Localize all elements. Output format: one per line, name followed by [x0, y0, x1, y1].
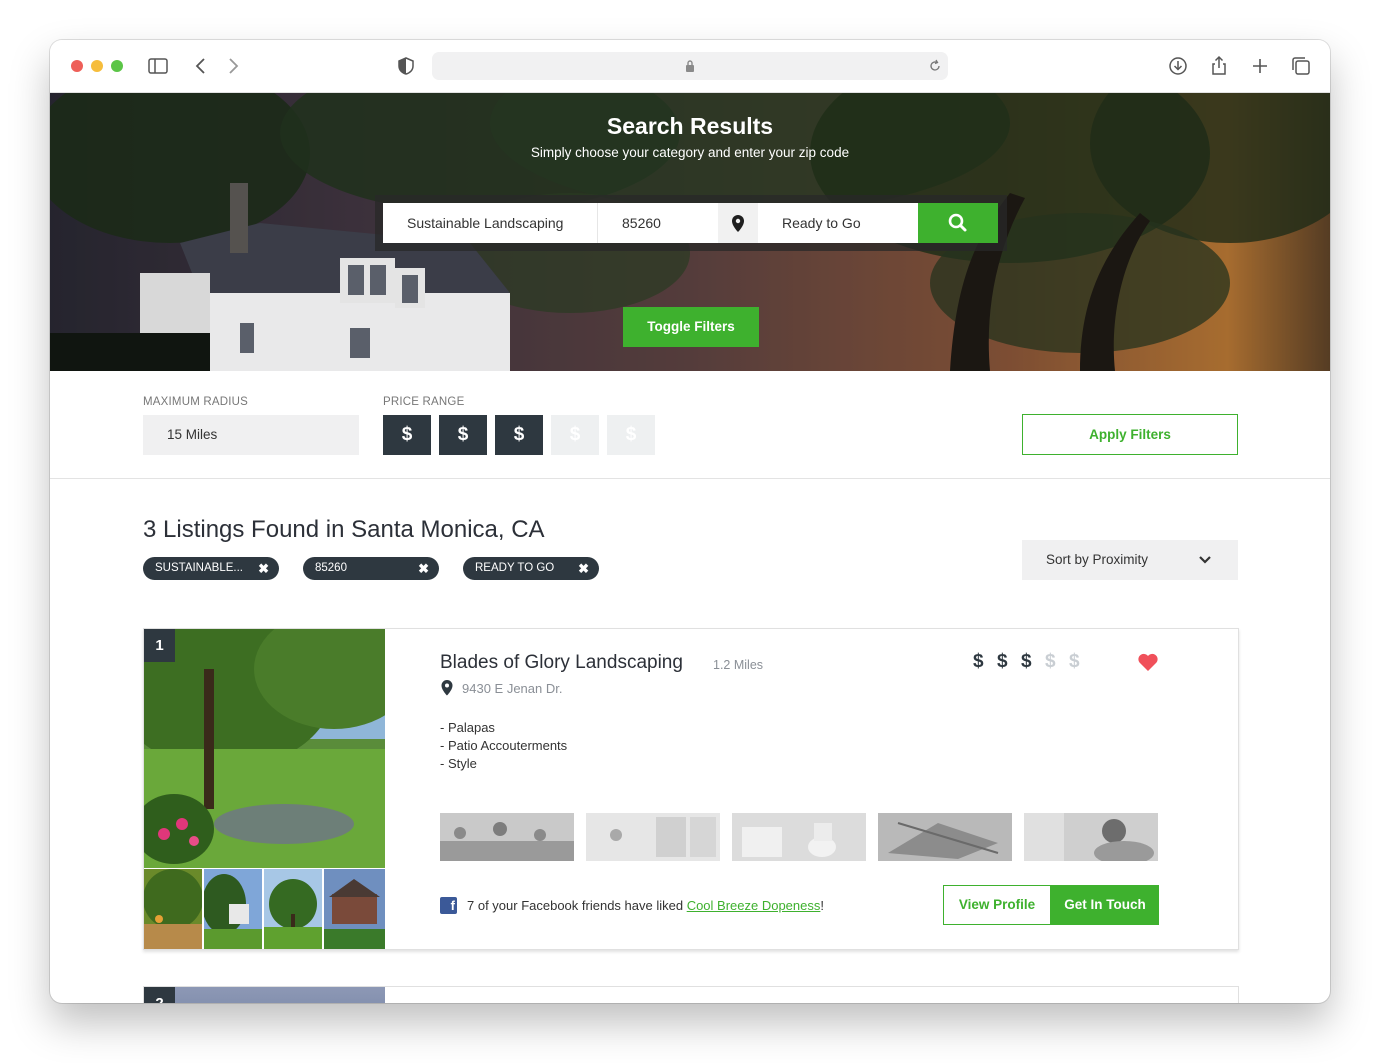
availability-field[interactable]: Ready to Go: [758, 203, 918, 243]
listing-number-badge: 2: [144, 987, 175, 1003]
gallery-image[interactable]: [1024, 813, 1158, 861]
reload-icon[interactable]: [928, 58, 942, 74]
forward-icon[interactable]: [222, 55, 244, 77]
filter-chip-label: 85260: [315, 562, 347, 574]
results-heading: 3 Listings Found in Santa Monica, CA: [143, 516, 545, 543]
gallery-image[interactable]: [732, 813, 866, 861]
listing-thumbnail[interactable]: [204, 869, 262, 949]
view-profile-button[interactable]: View Profile: [943, 885, 1051, 925]
search-bar: Sustainable Landscaping 85260 Ready to G…: [375, 195, 1007, 251]
price-level-3-button[interactable]: $: [495, 415, 543, 455]
remove-chip-icon[interactable]: ✖: [418, 557, 429, 580]
listing-card: 1 Blades of Glory Landscaping 1.2 Miles …: [143, 628, 1239, 950]
share-icon[interactable]: [1208, 55, 1230, 77]
new-tab-icon[interactable]: [1249, 55, 1271, 77]
listing-distance: 1.2 Miles: [713, 658, 764, 672]
filter-panel: MAXIMUM RADIUS 15 Miles PRICE RANGE $ $ …: [50, 371, 1330, 479]
browser-toolbar: [50, 40, 1330, 93]
listing-address: 9430 E Jenan Dr.: [462, 681, 563, 696]
listing-thumbnail[interactable]: [264, 869, 322, 949]
minimize-window-button[interactable]: [91, 60, 103, 72]
shield-icon[interactable]: [395, 55, 417, 77]
search-button[interactable]: [918, 203, 998, 243]
listing-main-photo[interactable]: [144, 987, 385, 1003]
close-window-button[interactable]: [71, 60, 83, 72]
listing-thumbnail[interactable]: [324, 869, 385, 949]
zoom-window-button[interactable]: [111, 60, 123, 72]
gallery-image[interactable]: [878, 813, 1012, 861]
location-pin-icon: [441, 680, 453, 696]
gallery-image[interactable]: [586, 813, 720, 861]
page-subtitle: Simply choose your category and enter yo…: [530, 145, 850, 160]
price-level-2-button[interactable]: $: [439, 415, 487, 455]
sort-select[interactable]: Sort by Proximity: [1022, 540, 1238, 580]
feature-item: - Patio Accouterments: [440, 738, 568, 753]
apply-filters-button[interactable]: Apply Filters: [1022, 414, 1238, 455]
tab-overview-icon[interactable]: [1290, 55, 1312, 77]
facebook-social-proof: 7 of your Facebook friends have liked Co…: [467, 898, 824, 913]
listing-price-4: $: [1045, 651, 1056, 672]
listing-name[interactable]: Blades of Glory Landscaping: [440, 652, 683, 674]
get-in-touch-button[interactable]: Get In Touch: [1051, 885, 1159, 925]
address-bar[interactable]: [432, 52, 948, 80]
hero-banner: Search Results Simply choose your catego…: [50, 93, 1330, 371]
listing-features: - Palapas - Patio Accouterments - Style: [440, 719, 567, 773]
search-icon: [948, 213, 967, 232]
browser-window: Search Results Simply choose your catego…: [50, 40, 1330, 1003]
facebook-icon: f: [440, 897, 457, 914]
facebook-text-end: !: [820, 898, 825, 913]
zip-code-field[interactable]: 85260: [598, 203, 718, 243]
price-level-5-button[interactable]: $: [607, 415, 655, 455]
listing-price-1: $: [973, 651, 984, 672]
remove-chip-icon[interactable]: ✖: [258, 557, 269, 580]
page-title: Search Results: [606, 113, 774, 139]
listing-price-3: $: [1021, 651, 1032, 672]
chevron-down-icon: [1199, 556, 1211, 564]
price-range-label: PRICE RANGE: [383, 396, 465, 408]
listing-number-badge: 1: [144, 629, 175, 662]
listing-thumbnail[interactable]: [144, 869, 202, 949]
feature-item: - Palapas: [440, 720, 495, 735]
sort-label: Sort by Proximity: [1046, 552, 1149, 567]
download-icon[interactable]: [1167, 55, 1189, 77]
price-level-1-button[interactable]: $: [383, 415, 431, 455]
listing-price-5: $: [1069, 651, 1080, 672]
radius-label: MAXIMUM RADIUS: [143, 396, 249, 408]
filter-chip-availability[interactable]: READY TO GO ✖: [463, 557, 599, 580]
listing-card: 2: [143, 986, 1239, 1003]
category-field[interactable]: Sustainable Landscaping: [383, 203, 598, 243]
favorite-heart-icon[interactable]: [1137, 652, 1159, 672]
listing-price-2: $: [997, 651, 1008, 672]
filter-chip-label: READY TO GO: [475, 562, 555, 574]
price-level-4-button[interactable]: $: [551, 415, 599, 455]
toggle-filters-button[interactable]: Toggle Filters: [623, 307, 759, 347]
radius-select[interactable]: 15 Miles: [143, 415, 359, 455]
filter-chip-category[interactable]: SUSTAINABLE... ✖: [143, 557, 279, 580]
gallery-image[interactable]: [440, 813, 574, 861]
facebook-text: 7 of your Facebook friends have liked: [467, 898, 687, 913]
remove-chip-icon[interactable]: ✖: [578, 557, 589, 580]
listing-main-photo[interactable]: [144, 629, 385, 868]
facebook-page-link[interactable]: Cool Breeze Dopeness: [687, 898, 821, 913]
location-pin-icon[interactable]: [718, 203, 758, 243]
back-icon[interactable]: [190, 55, 212, 77]
filter-chip-zip[interactable]: 85260 ✖: [303, 557, 439, 580]
feature-item: - Style: [440, 756, 477, 771]
sidebar-toggle-icon[interactable]: [147, 55, 169, 77]
filter-chip-label: SUSTAINABLE...: [155, 562, 243, 574]
lock-icon: [686, 60, 694, 72]
